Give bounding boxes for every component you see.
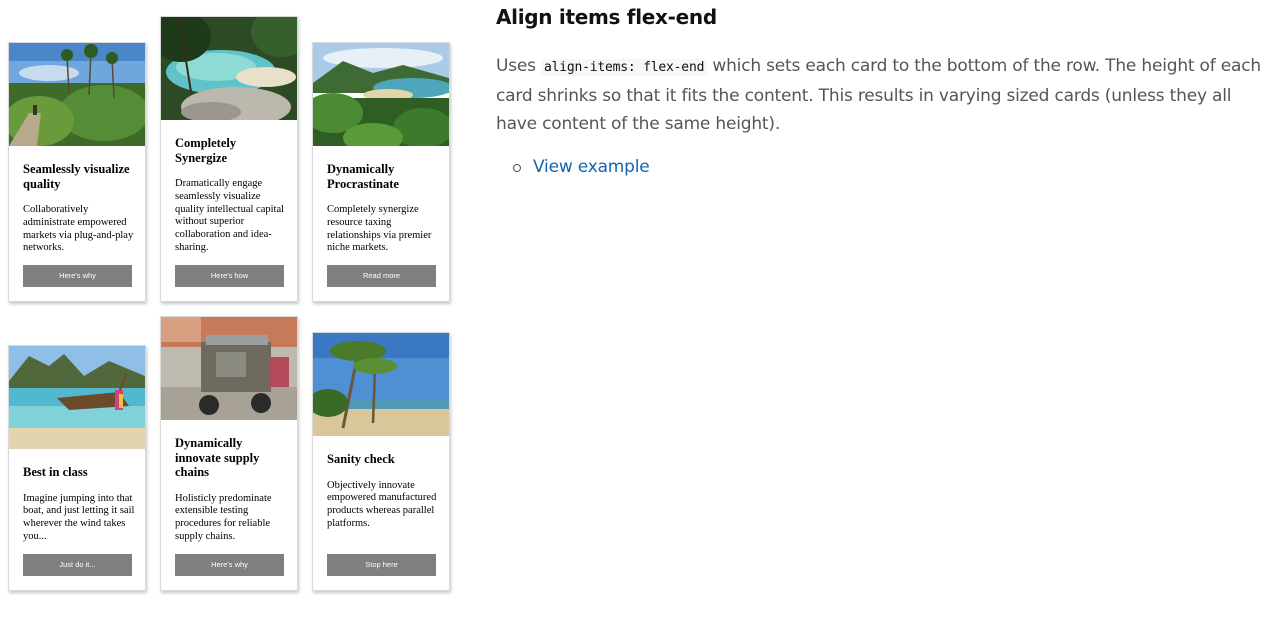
card-description: Collaboratively administrate empowered m…: [23, 204, 134, 254]
bay-beach-photo: [313, 43, 449, 146]
card: Best in class Imagine jumping into that …: [8, 345, 146, 591]
circle-bullet-icon: [513, 164, 521, 172]
card-title: Best in class: [23, 465, 88, 479]
card-title: Seamlessly visualize quality: [23, 162, 130, 191]
card-grid: Seamlessly visualize quality Collaborati…: [0, 0, 460, 619]
card-title: Completely Synergize: [175, 136, 237, 165]
card-description: Dramatically engage seamlessly visualize…: [175, 178, 285, 253]
card: Dynamically innovate supply chains Holis…: [160, 316, 298, 591]
section-description: Uses align-items: flex-end which sets ea…: [496, 52, 1261, 138]
card-button[interactable]: Here's how: [175, 265, 284, 287]
list-item: View example: [512, 153, 650, 181]
tuk-tuk-photo: [161, 317, 297, 420]
card-description: Imagine jumping into that boat, and just…: [23, 492, 135, 542]
card-title: Dynamically innovate supply chains: [175, 436, 260, 479]
card-description: Holisticly predominate extensible testin…: [175, 492, 272, 542]
card: Dynamically Procrastinate Completely syn…: [312, 42, 450, 302]
card: Seamlessly visualize quality Collaborati…: [8, 42, 146, 302]
card-description: Completely synergize resource taxing rel…: [327, 204, 432, 254]
card-button[interactable]: Here's why: [23, 265, 132, 287]
section-heading: Align items flex-end: [496, 5, 717, 29]
card-button[interactable]: Read more: [327, 265, 436, 287]
palm-beach-photo: [313, 333, 449, 436]
longtail-boat-photo: [9, 346, 145, 449]
jungle-trail-photo: [9, 43, 145, 146]
card-description: Objectively innovate empowered manufactu…: [327, 479, 437, 529]
card-button[interactable]: Just do it...: [23, 554, 132, 576]
description-text-start: Uses: [496, 56, 542, 76]
card-title: Dynamically Procrastinate: [327, 162, 399, 191]
inline-code: align-items: flex-end: [541, 59, 708, 76]
card: Completely Synergize Dramatically engage…: [160, 16, 298, 302]
card-button[interactable]: Here's why: [175, 554, 284, 576]
link-list: View example: [496, 153, 650, 181]
lagoon-rocks-photo: [161, 17, 297, 120]
card: Sanity check Objectively innovate empowe…: [312, 332, 450, 591]
card-button[interactable]: Stop here: [327, 554, 436, 576]
view-example-link[interactable]: View example: [533, 157, 650, 177]
card-title: Sanity check: [327, 452, 395, 466]
